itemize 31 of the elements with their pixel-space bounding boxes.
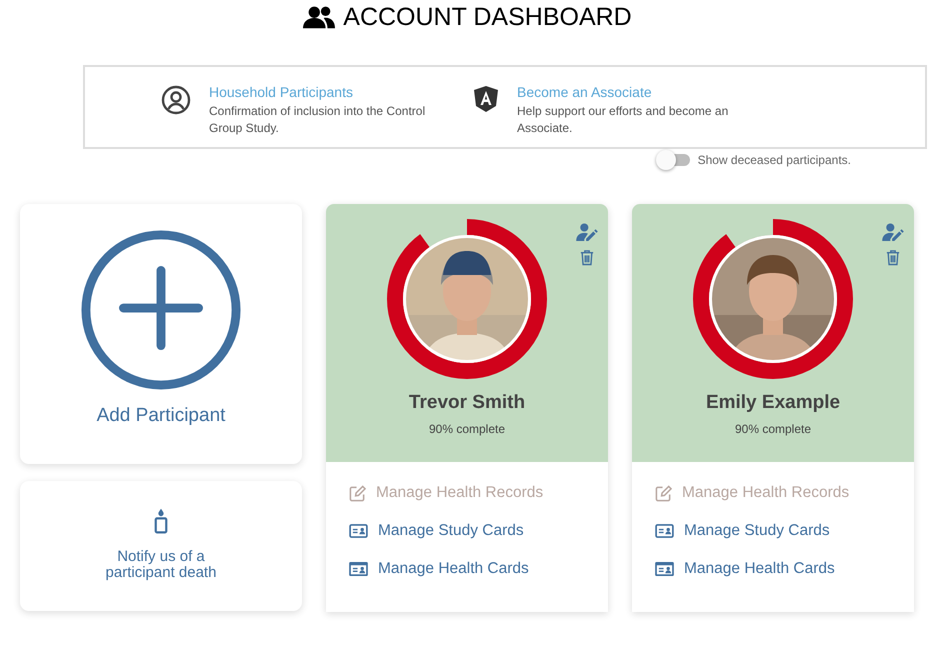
progress-text: 90% complete — [734, 422, 812, 436]
action-link[interactable]: Manage Health Cards — [349, 560, 529, 578]
page-title: ACCOUNT DASHBOARD — [343, 2, 632, 32]
trash-icon[interactable] — [886, 249, 900, 266]
info-description: Confirmation of inclusion into the Control Group Study. — [209, 103, 426, 137]
plus-circle-icon — [80, 229, 242, 391]
action-link[interactable]: Manage Study Cards — [349, 522, 524, 540]
candle-icon — [154, 507, 168, 535]
info-link[interactable]: Become an Associate — [517, 84, 757, 100]
id-card-icon — [349, 524, 368, 538]
action-link[interactable]: Manage Study Cards — [655, 522, 830, 540]
trash-icon[interactable] — [580, 249, 594, 266]
add-participant-card[interactable]: Add Participant — [20, 204, 302, 464]
toggle-label: Show deceased participants. — [698, 153, 851, 167]
info-description: Help support our efforts and become an Associate. — [517, 103, 730, 137]
id-card-icon — [655, 562, 674, 576]
progress-text: 90% complete — [428, 422, 506, 436]
user-circle-icon — [161, 85, 191, 115]
edit-user-icon[interactable] — [576, 223, 598, 241]
participant-name: Trevor Smith — [408, 392, 526, 414]
users-icon — [303, 5, 336, 29]
action-link[interactable]: Manage Health Cards — [655, 560, 835, 578]
id-card-icon — [349, 562, 368, 576]
id-card-icon — [655, 524, 674, 538]
shield-icon — [473, 85, 499, 113]
edit-icon — [655, 484, 672, 502]
notify-death-card[interactable]: Notify us of a participant death — [20, 481, 302, 611]
edit-user-icon[interactable] — [882, 223, 904, 241]
participant-name: Emily Example — [706, 392, 840, 414]
edit-icon — [349, 484, 366, 502]
info-link[interactable]: Household Participants — [209, 84, 449, 100]
